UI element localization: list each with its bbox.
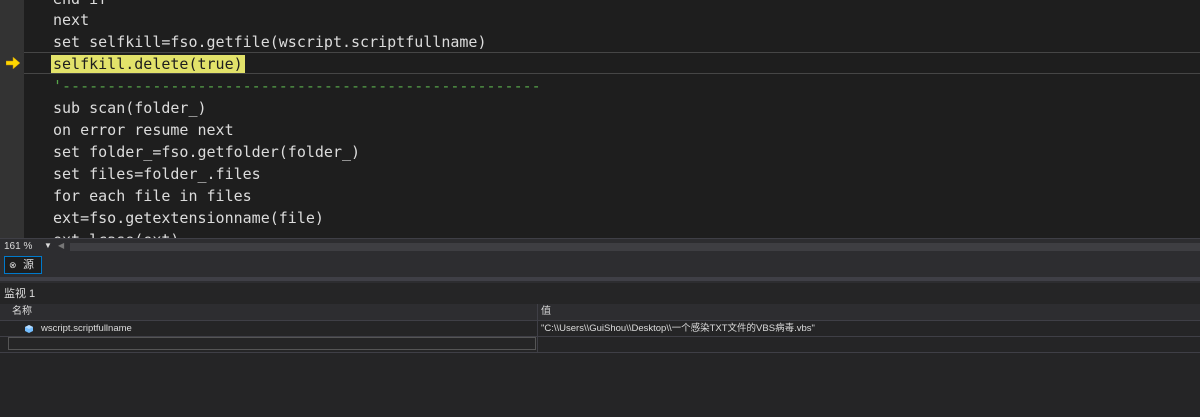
tab-source-label: 源 bbox=[23, 259, 34, 271]
code-line[interactable]: ext=lcase(ext) bbox=[53, 229, 179, 238]
add-watch-input[interactable] bbox=[8, 337, 536, 350]
scroll-left-icon[interactable]: ◀ bbox=[58, 241, 64, 250]
column-header-value[interactable]: 值 bbox=[541, 304, 551, 320]
column-header-name[interactable]: 名称 bbox=[12, 304, 32, 320]
panel-splitter[interactable] bbox=[0, 277, 1200, 281]
code-line[interactable]: set files=folder_.files bbox=[53, 163, 261, 185]
code-line[interactable]: ext=fso.getextensionname(file) bbox=[53, 207, 324, 229]
watch-row-name: wscript.scriptfullname bbox=[41, 323, 132, 334]
yellow-arrow-icon bbox=[6, 57, 20, 69]
code-line[interactable]: sub scan(folder_) bbox=[53, 97, 207, 119]
tab-source[interactable]: ⊗ 源 bbox=[4, 256, 42, 274]
watch-panel: 监视 1 名称 值 wscript.scriptfullname "C:\\Us… bbox=[0, 283, 1200, 417]
execution-highlight: selfkill.delete(true) bbox=[51, 55, 245, 73]
watch-table-header: 名称 值 bbox=[0, 304, 1200, 321]
code-line-current[interactable]: selfkill.delete(true) bbox=[51, 53, 245, 75]
code-line[interactable]: set selfkill=fso.getfile(wscript.scriptf… bbox=[53, 31, 486, 53]
watch-value-icon bbox=[25, 325, 33, 333]
editor-tab-strip: ⊗ 源 bbox=[0, 255, 1200, 275]
editor-gutter[interactable] bbox=[0, 0, 24, 238]
watch-panel-title: 监视 1 bbox=[4, 288, 36, 300]
code-line[interactable]: for each file in files bbox=[53, 185, 252, 207]
watch-row-value[interactable]: "C:\\Users\\GuiShou\\Desktop\\一个感染TXT文件的… bbox=[541, 321, 815, 336]
code-line[interactable]: next bbox=[53, 9, 89, 31]
zoom-level[interactable]: 161 % bbox=[4, 241, 32, 252]
chevron-down-icon[interactable]: ▼ bbox=[44, 241, 52, 250]
editor-status-bar: 161 % ▼ ◀ bbox=[0, 238, 1200, 255]
table-row[interactable]: wscript.scriptfullname "C:\\Users\\GuiSh… bbox=[0, 321, 1200, 337]
code-editor[interactable]: end if next set selfkill=fso.getfile(wsc… bbox=[0, 0, 1200, 238]
code-line-comment[interactable]: '---------------------------------------… bbox=[53, 75, 541, 97]
table-row-empty[interactable] bbox=[0, 337, 1200, 353]
code-line[interactable]: on error resume next bbox=[53, 119, 234, 141]
horizontal-scrollbar[interactable] bbox=[70, 243, 1200, 251]
link-icon: ⊗ bbox=[9, 260, 17, 270]
code-line[interactable]: set folder_=fso.getfolder(folder_) bbox=[53, 141, 360, 163]
